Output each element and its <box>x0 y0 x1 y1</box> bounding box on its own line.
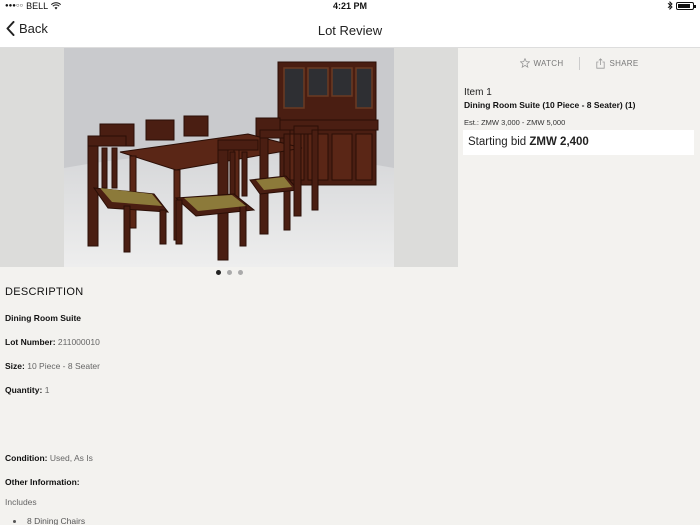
watch-label: WATCH <box>533 58 564 68</box>
lot-title: Dining Room Suite (10 Piece - 8 Seater) … <box>464 100 636 110</box>
clock: 4:21 PM <box>332 1 367 11</box>
share-label: SHARE <box>609 58 639 68</box>
pager-dot[interactable] <box>215 270 221 275</box>
starting-bid-value: ZMW 2,400 <box>529 136 589 148</box>
lot-photo[interactable] <box>64 48 394 267</box>
battery-icon <box>676 1 696 10</box>
lot-number-label: Lot Number: <box>5 337 56 347</box>
share-icon <box>596 57 606 69</box>
include-item-text: 8 Dining Chairs <box>27 516 86 525</box>
size-value: 10 Piece - 8 Seater <box>27 361 100 371</box>
size-label: Size: <box>5 361 25 371</box>
size-row: Size: 10 Piece - 8 Seater <box>5 361 100 371</box>
estimate-range: Est.: ZMW 3,000 - ZMW 5,000 <box>464 118 566 127</box>
description-name-text: Dining Room Suite <box>5 313 82 323</box>
includes-label: Includes <box>5 497 37 507</box>
condition-row: Condition: Used, As Is <box>5 453 93 463</box>
pager-dot[interactable] <box>226 270 232 275</box>
starting-bid-label: Starting bid <box>468 136 527 148</box>
quantity-row: Quantity: 1 <box>5 385 49 395</box>
bluetooth-icon <box>667 1 673 10</box>
action-bar: WATCH SHARE <box>462 56 696 70</box>
action-divider <box>579 56 581 70</box>
status-right <box>667 1 696 10</box>
star-icon <box>519 58 530 68</box>
image-gallery[interactable] <box>0 48 458 267</box>
bullet-icon <box>13 520 16 524</box>
item-number: Item 1 <box>464 87 492 98</box>
dining-suite-illustration <box>64 48 394 267</box>
starting-bid-box: Starting bid ZMW 2,400 <box>463 130 694 155</box>
condition-label: Condition: <box>5 453 48 463</box>
other-info-label: Other Information: <box>5 477 80 487</box>
watch-button[interactable]: WATCH <box>519 58 564 68</box>
pager-dot[interactable] <box>237 270 243 275</box>
lot-number-row: Lot Number: 211000010 <box>5 337 100 347</box>
quantity-value: 1 <box>44 385 50 395</box>
page-title: Lot Review <box>317 23 383 38</box>
include-item: 8 Dining Chairs <box>13 516 85 525</box>
quantity-label: Quantity: <box>5 385 43 395</box>
lot-number-value: 211000010 <box>57 337 100 347</box>
image-pager[interactable] <box>0 270 458 275</box>
battery-level <box>678 3 690 8</box>
description-heading: DESCRIPTION <box>5 286 84 298</box>
description-name: Dining Room Suite <box>5 313 81 323</box>
other-info-row: Other Information: <box>5 477 80 487</box>
condition-value: Used, As Is <box>49 453 93 463</box>
share-button[interactable]: SHARE <box>596 57 639 69</box>
status-bar: ●●●○○ BELL 4:21 PM <box>0 0 700 12</box>
navigation-bar: Back Lot Review <box>0 12 700 48</box>
